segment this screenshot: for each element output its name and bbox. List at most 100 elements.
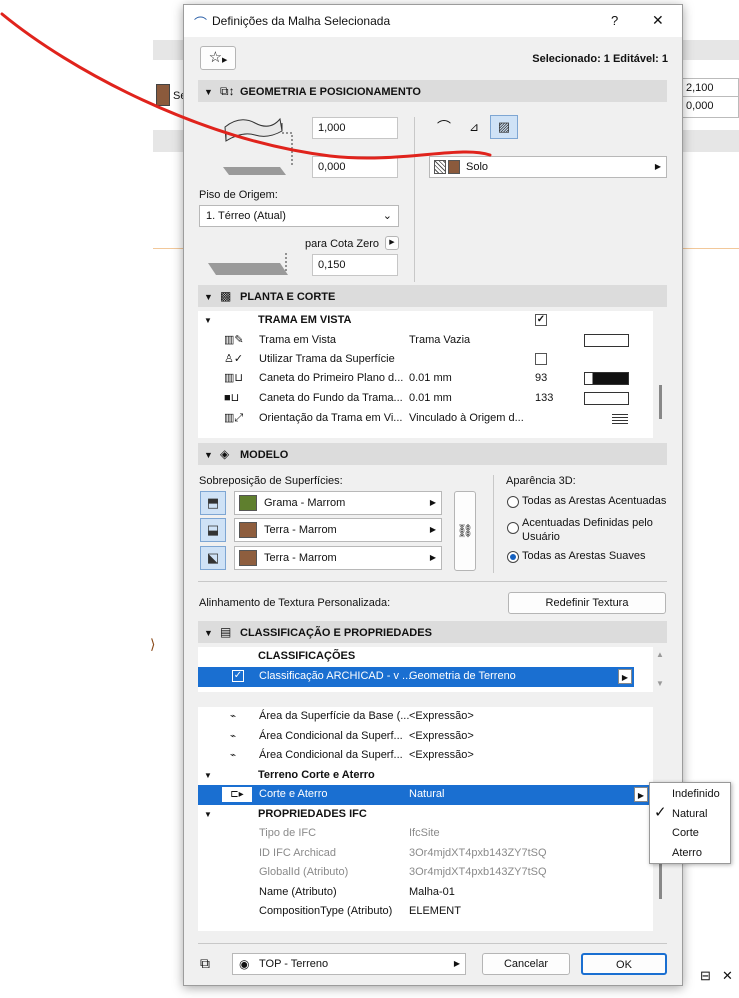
property-row[interactable]: ⌁ Área Condicional da Superf... <Express… <box>198 727 651 747</box>
radio-smooth-edges[interactable] <box>507 551 519 563</box>
fg-pen-preview[interactable] <box>584 372 629 385</box>
classification-selected-row[interactable]: ✓ Classificação ARCHICAD - v ... Geometr… <box>198 667 634 687</box>
side-surface-select[interactable]: Terra - Marrom ▶ <box>234 518 442 542</box>
terrain-group-row[interactable]: ▼ Terreno Corte e Aterro <box>198 766 651 786</box>
ok-button[interactable]: OK <box>581 953 667 975</box>
plan-row-fg-pen[interactable]: ▥⊔ Caneta do Primeiro Plano d... 0.01 mm… <box>198 369 651 389</box>
to-zero-label: para Cota Zero <box>305 238 379 250</box>
zero-level-diagram <box>208 253 288 275</box>
title-bar: ⌒ Definições da Malha Selecionada ? ✕ <box>184 5 682 37</box>
property-row[interactable]: ⌁ Área da Superfície da Base (... <Expre… <box>198 707 651 727</box>
plan-row-bg-pen[interactable]: ■⊔ Caneta do Fundo da Trama... 0.01 mm 1… <box>198 389 651 409</box>
grass-swatch <box>239 495 257 511</box>
ifc-row[interactable]: CompositionType (Atributo) ELEMENT <box>198 902 651 922</box>
plan-row-orientation[interactable]: ▥⤢ Orientação da Trama em Vi... Vinculad… <box>198 409 651 429</box>
top-surface-select[interactable]: Grama - Marrom ▶ <box>234 491 442 515</box>
top-surface-icon[interactable]: ⬒ <box>200 491 226 515</box>
option-aterro[interactable]: Aterro <box>672 847 702 859</box>
divider <box>198 943 667 944</box>
property-row[interactable]: ⌁ Área Condicional da Superf... <Express… <box>198 746 651 766</box>
side-surface-icon[interactable]: ⬓ <box>200 518 226 542</box>
surface-fill-checkbox[interactable] <box>535 353 547 365</box>
layer-select[interactable]: ◉ TOP - Terreno ▶ <box>232 953 466 975</box>
cut-fill-row[interactable]: ⊏▸ Corte e Aterro Natural ▶ <box>198 785 651 805</box>
surface-fill-icon: ♙✓ <box>224 353 244 365</box>
ifc-row[interactable]: Name (Atributo) Malha-01 <box>198 883 651 903</box>
collapse-icon: ▼ <box>204 316 212 325</box>
background-marker-icon: ⟩ <box>150 636 156 652</box>
mesh-settings-dialog: ⌒ Definições da Malha Selecionada ? ✕ ☆▶… <box>183 4 683 986</box>
radio-user-defined[interactable] <box>507 522 519 534</box>
geometry-section-header[interactable]: ▼ ⧉↕ GEOMETRIA E POSICIONAMENTO <box>198 80 667 102</box>
divider <box>414 117 415 282</box>
properties-scrollbar[interactable] <box>659 863 662 899</box>
chain-link-icon: ⛓ <box>456 523 474 538</box>
favorites-button[interactable]: ☆▶ <box>200 46 236 70</box>
checkmark-icon: ✓ <box>654 804 667 821</box>
background-value-2[interactable]: 0,000 <box>680 96 739 118</box>
radio-user-defined-label: Acentuadas Definidas pelo <box>522 517 653 529</box>
origin-story-label: Piso de Origem: <box>199 189 278 201</box>
group-checkbox[interactable]: ✓ <box>535 314 547 326</box>
cancel-button[interactable]: Cancelar <box>482 953 570 975</box>
ifc-group-row[interactable]: ▼ PROPRIEDADES IFC <box>198 805 651 825</box>
layers-icon: ⧉ <box>200 955 210 971</box>
dropdown-arrow-icon[interactable]: ▶ <box>634 787 648 802</box>
appearance-label: Aparência 3D: <box>506 475 576 487</box>
origin-story-select[interactable]: 1. Térreo (Atual) ⌄ <box>199 205 399 227</box>
collapse-icon: ▼ <box>204 87 213 97</box>
option-indefinido[interactable]: Indefinido <box>672 788 720 800</box>
height-input[interactable]: 1,000 <box>312 117 398 139</box>
model-section-header[interactable]: ▼ ◈ MODELO <box>198 443 667 465</box>
expression-link-icon: ⌁ <box>230 711 237 722</box>
geometry-icon: ⧉↕ <box>220 84 235 98</box>
offset-input[interactable]: 0,000 <box>312 156 398 178</box>
close-button[interactable]: ✕ <box>652 12 664 29</box>
scroll-down-icon[interactable]: ▼ <box>656 679 664 688</box>
arrow-right-icon[interactable]: ▶ <box>618 669 632 684</box>
zero-level-input[interactable]: 0,150 <box>312 254 398 276</box>
help-button[interactable]: ? <box>611 13 618 28</box>
mesh-edge-icon-1[interactable]: ⌒ <box>430 115 458 139</box>
link-surfaces-button[interactable]: ⛓ <box>454 491 476 571</box>
arrow-right-icon: ▶ <box>453 959 460 968</box>
option-corte[interactable]: Corte <box>672 827 699 839</box>
orientation-preview-icon <box>612 413 628 424</box>
chevron-down-icon: ⌄ <box>382 210 392 222</box>
option-natural[interactable]: Natural <box>672 808 707 820</box>
divider <box>493 475 494 573</box>
background-icon-1[interactable]: ⊟ <box>700 968 711 984</box>
ifc-row: GlobalId (Atributo) 3Or4mjdXT4pxb143ZY7t… <box>259 866 547 878</box>
material-select[interactable]: Solo ▶ <box>429 156 667 178</box>
classification-checkbox[interactable]: ✓ <box>232 670 244 682</box>
mesh-edge-icon-3[interactable]: ▨ <box>490 115 518 139</box>
radio-sharp-edges-label: Todas as Arestas Acentuadas <box>522 495 667 507</box>
mesh-height-diagram <box>223 117 293 175</box>
row-marker <box>198 785 216 804</box>
collapse-icon: ▼ <box>204 628 213 638</box>
bottom-surface-icon[interactable]: ⬕ <box>200 546 226 570</box>
bg-pen-preview[interactable] <box>584 392 629 405</box>
plan-section-header[interactable]: ▼ ▩ PLANTA E CORTE <box>198 285 667 307</box>
document-icon: ▤ <box>220 625 232 639</box>
bottom-surface-select[interactable]: Terra - Marrom ▶ <box>234 546 442 570</box>
model-icon: ◈ <box>220 447 230 461</box>
mesh-edge-icon-2[interactable]: ⊿ <box>460 115 488 139</box>
eye-icon: ◉ <box>239 957 250 971</box>
radio-sharp-edges[interactable] <box>507 496 519 508</box>
to-zero-dropdown[interactable]: ▶ <box>385 236 399 250</box>
classification-section-header[interactable]: ▼ ▤ CLASSIFICAÇÃO E PROPRIEDADES <box>198 621 667 643</box>
reset-texture-button[interactable]: Redefinir Textura <box>508 592 666 614</box>
background-icon-2[interactable]: ✕ <box>722 968 733 984</box>
background-swatch <box>156 84 170 106</box>
plan-row-surface-fill[interactable]: ♙✓ Utilizar Trama da Superfície <box>198 350 651 370</box>
collapse-icon: ▼ <box>204 292 213 302</box>
scroll-up-icon[interactable]: ▲ <box>656 650 664 659</box>
fill-preview[interactable] <box>584 334 629 347</box>
plan-scrollbar[interactable] <box>659 385 662 419</box>
cut-fill-options-popup: Indefinido Natural ✓ Corte Aterro <box>649 782 731 864</box>
plan-row-fill[interactable]: ▥✎ Trama em Vista Trama Vazia <box>198 331 651 351</box>
plan-group-row[interactable]: ▼ TRAMA EM VISTA ✓ <box>198 311 651 331</box>
collapse-icon: ▼ <box>204 450 213 460</box>
material-swatch <box>448 160 460 174</box>
